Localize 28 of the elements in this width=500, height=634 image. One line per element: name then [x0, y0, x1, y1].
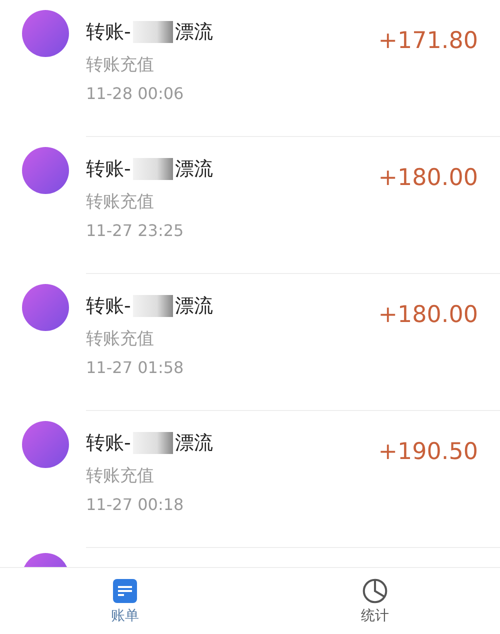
transaction-title: 漂流: [174, 294, 213, 319]
transaction-title: 转账-: [86, 157, 131, 182]
avatar: [22, 284, 69, 331]
transaction-time: 11-27 23:25: [86, 221, 185, 240]
avatar: [22, 421, 69, 468]
avatar: [22, 10, 69, 57]
tab[interactable]: 统计: [250, 568, 500, 634]
transaction-title: 转账-: [86, 431, 131, 456]
transaction-type: 转账充值: [86, 328, 155, 350]
transaction-time: 11-28 00:06: [86, 84, 185, 103]
transaction-type: 转账充值: [86, 191, 155, 213]
list-icon: [112, 578, 138, 604]
transaction-type: 转账充值: [86, 54, 155, 76]
transaction-type: 转账充值: [86, 465, 155, 487]
transaction-time: 11-27 01:58: [86, 358, 185, 377]
transaction-title: 转账-: [86, 294, 131, 319]
transaction-title: 转账-: [86, 20, 131, 45]
transaction-title: 漂流: [174, 431, 213, 456]
transaction-title: 漂流: [174, 157, 213, 182]
pie-chart-icon: [362, 578, 388, 604]
avatar: [22, 147, 69, 194]
transaction-amount: +180.00: [378, 302, 478, 328]
transaction-title: 漂流: [174, 20, 213, 45]
tab[interactable]: 账单: [0, 568, 250, 634]
transaction-amount: +190.50: [378, 439, 478, 465]
transaction-amount: +171.80: [378, 28, 478, 54]
transaction-amount: +180.00: [378, 165, 478, 191]
transaction-time: 11-27 00:18: [86, 495, 185, 514]
